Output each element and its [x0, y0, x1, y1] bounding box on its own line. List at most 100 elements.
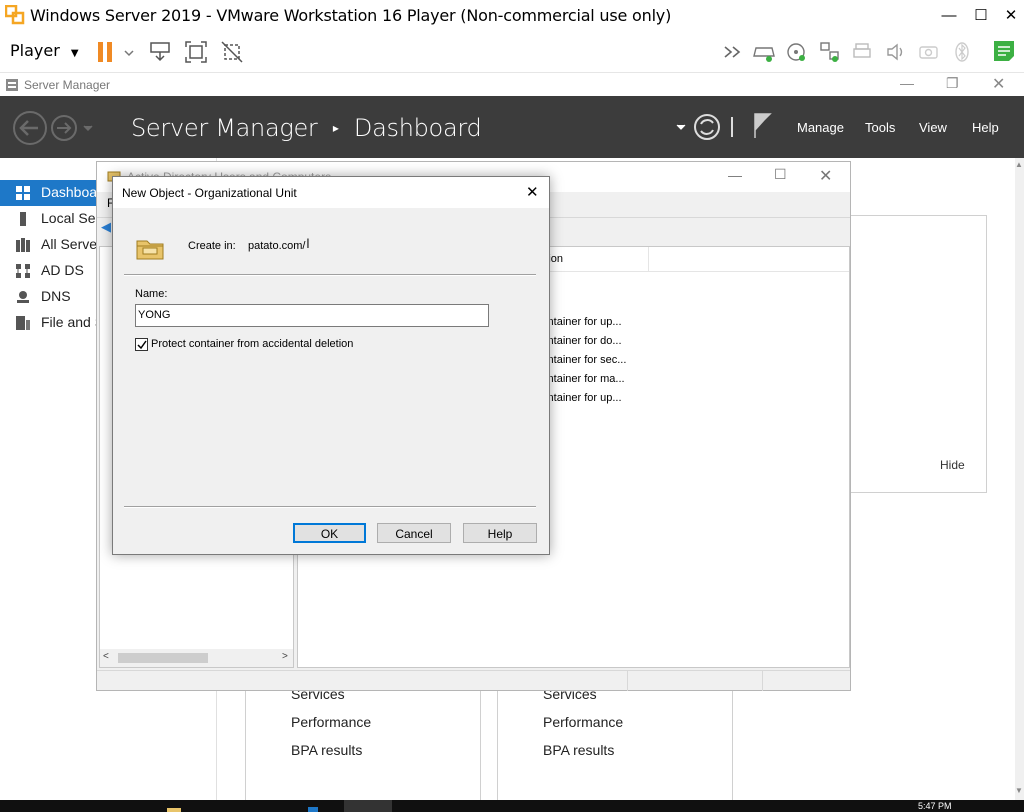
- nav-item-dns[interactable]: DNS: [0, 284, 96, 310]
- server-icon: [20, 212, 26, 226]
- message-log-icon[interactable]: [991, 38, 1017, 64]
- notifications-flag-icon[interactable]: [752, 112, 774, 140]
- name-label: Name:: [135, 288, 168, 300]
- nav-item-file-storage[interactable]: File and Storage Services: [0, 310, 96, 336]
- player-menu[interactable]: Player ▼: [10, 41, 79, 60]
- scroll-right-icon[interactable]: >: [282, 651, 288, 662]
- hard-disk-icon[interactable]: [752, 40, 776, 64]
- tile1-performance[interactable]: Performance: [291, 714, 371, 730]
- left-nav: Dashboard Local Server All Servers AD DS…: [0, 158, 96, 798]
- dialog-separator-bottom: [124, 506, 536, 508]
- server-manager-window-title: Server Manager: [24, 78, 111, 92]
- dialog-separator-top: [124, 274, 536, 276]
- dialog-titlebar: New Object - Organizational Unit ✕: [113, 177, 549, 208]
- server-manager-header: Server Manager ▸ Dashboard Manage Tools …: [0, 96, 1024, 158]
- welcome-panel: Hide: [848, 215, 987, 493]
- dashboard-icon: [16, 186, 30, 200]
- name-field[interactable]: YONG: [135, 304, 489, 327]
- ok-button[interactable]: OK: [293, 523, 366, 543]
- column-divider[interactable]: [648, 247, 649, 271]
- nav-item-ad-ds[interactable]: AD DS: [0, 258, 96, 284]
- vmware-minimize-button[interactable]: —: [934, 4, 964, 28]
- taskbar-clock[interactable]: 5:47 PM: [918, 801, 952, 811]
- more-devices-icon[interactable]: [722, 42, 746, 62]
- tree-hscrollbar[interactable]: < >: [100, 649, 293, 667]
- role-tile-2: Services Performance BPA results: [497, 680, 733, 811]
- help-button[interactable]: Help: [463, 523, 537, 543]
- aduc-close-button[interactable]: ✕: [819, 166, 832, 186]
- tile2-performance[interactable]: Performance: [543, 714, 623, 730]
- fullscreen-icon[interactable]: [184, 40, 208, 64]
- breadcrumb-page: Dashboard: [353, 114, 482, 142]
- scroll-down-icon[interactable]: ▼: [1015, 786, 1023, 795]
- protect-checkbox[interactable]: [135, 338, 148, 351]
- scroll-up-icon[interactable]: ▲: [1015, 160, 1023, 169]
- text-cursor-icon: I: [306, 235, 310, 251]
- vmware-maximize-button[interactable]: ☐: [966, 4, 996, 28]
- back-arrow-icon: [13, 111, 47, 145]
- cancel-button[interactable]: Cancel: [377, 523, 451, 543]
- printer-icon[interactable]: [851, 40, 875, 64]
- create-in-label: Create in:: [188, 240, 236, 252]
- sm-close-button[interactable]: ✕: [992, 74, 1005, 94]
- vmware-window-title: Windows Server 2019 - VMware Workstation…: [30, 6, 672, 25]
- aduc-statusbar: [97, 670, 850, 691]
- bluetooth-icon[interactable]: [950, 40, 974, 64]
- send-ctrl-alt-del-icon[interactable]: [148, 40, 172, 64]
- nav-item-all-servers[interactable]: All Servers: [0, 232, 96, 258]
- chevron-down-icon: ▼: [70, 48, 79, 59]
- refresh-icon: [694, 114, 720, 140]
- sm-restore-button[interactable]: ❐: [946, 75, 959, 92]
- network-adapter-icon[interactable]: [818, 40, 842, 64]
- tree-hscroll-thumb[interactable]: [118, 653, 208, 663]
- forward-arrow-icon: [51, 115, 77, 141]
- new-ou-dialog: New Object - Organizational Unit ✕ Creat…: [112, 176, 550, 555]
- taskbar: 5:47 PM: [0, 800, 1024, 812]
- aduc-maximize-button[interactable]: ☐: [774, 166, 787, 183]
- sound-card-icon[interactable]: [884, 40, 908, 64]
- taskbar-active-app[interactable]: [344, 800, 392, 812]
- protect-label[interactable]: Protect container from accidental deleti…: [151, 338, 353, 350]
- taskbar-app-icon[interactable]: [308, 807, 318, 812]
- view-menu[interactable]: View: [919, 120, 947, 135]
- tile2-bpa-results[interactable]: BPA results: [543, 742, 614, 758]
- nav-item-local-server[interactable]: Local Server: [0, 206, 96, 232]
- role-tile-1: Services Performance BPA results: [245, 680, 481, 811]
- organizational-unit-icon: [136, 240, 164, 260]
- tile1-bpa-results[interactable]: BPA results: [291, 742, 362, 758]
- vmware-toolbar: Player ▼: [0, 32, 1024, 73]
- tools-menu[interactable]: Tools: [865, 120, 895, 135]
- breadcrumb-app: Server Manager: [131, 114, 318, 142]
- sm-minimize-button[interactable]: —: [900, 75, 914, 91]
- create-in-value: patato.com/: [248, 240, 306, 252]
- camera-icon[interactable]: [917, 40, 941, 64]
- breadcrumb-separator-icon: ▸: [332, 121, 339, 135]
- player-menu-label: Player: [10, 41, 60, 60]
- dialog-title: New Object - Organizational Unit: [122, 186, 297, 200]
- pause-icon[interactable]: [96, 40, 136, 64]
- vmware-logo-icon: [5, 5, 25, 25]
- nav-arrows: [13, 111, 93, 145]
- aduc-minimize-button[interactable]: —: [728, 167, 742, 183]
- unity-icon[interactable]: [220, 40, 244, 64]
- file-storage-icon: [16, 316, 30, 330]
- dialog-close-button[interactable]: ✕: [526, 183, 539, 201]
- dashboard-scrollbar[interactable]: ▲ ▼: [1015, 158, 1024, 800]
- adds-icon: [16, 264, 30, 278]
- vmware-titlebar: Windows Server 2019 - VMware Workstation…: [0, 0, 1024, 32]
- server-manager-icon: [6, 79, 18, 91]
- nav-item-dashboard[interactable]: Dashboard: [0, 180, 96, 206]
- aduc-back-icon[interactable]: ◀: [101, 219, 111, 235]
- manage-menu[interactable]: Manage: [797, 120, 844, 135]
- dns-icon: [17, 291, 29, 303]
- help-menu[interactable]: Help: [972, 120, 999, 135]
- hide-link[interactable]: Hide: [940, 458, 965, 472]
- server-manager-titlebar: Server Manager — ❐ ✕: [0, 73, 1024, 96]
- taskbar-explorer-icon[interactable]: [167, 808, 181, 812]
- breadcrumb: Server Manager ▸ Dashboard: [131, 114, 482, 142]
- servers-icon: [16, 238, 30, 252]
- checkmark-icon: [137, 340, 147, 350]
- cd-dvd-icon[interactable]: [785, 40, 809, 64]
- vmware-close-button[interactable]: ✕: [996, 4, 1024, 28]
- scroll-left-icon[interactable]: <: [103, 651, 109, 662]
